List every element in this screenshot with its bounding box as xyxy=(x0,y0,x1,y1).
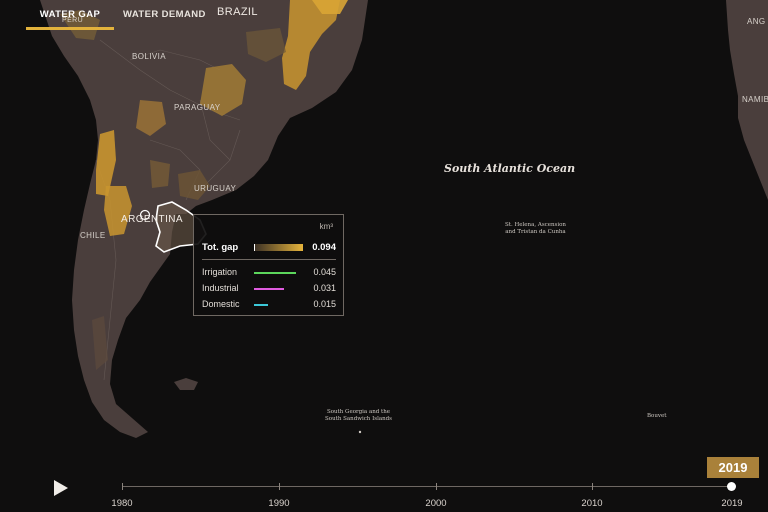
total-gap-row: Tot. gap 0.094 xyxy=(202,242,336,253)
view-tabs: WATER GAP WATER DEMAND xyxy=(26,0,206,30)
tooltip-divider xyxy=(202,259,336,260)
tab-water-demand[interactable]: WATER DEMAND xyxy=(123,0,206,27)
country-label-bolivia: BOLIVIA xyxy=(132,52,166,61)
country-label-uruguay: URUGUAY xyxy=(194,184,237,193)
industrial-label: Industrial xyxy=(202,283,239,293)
irrigation-swatch xyxy=(254,272,296,274)
timeline-tick-label: 2010 xyxy=(581,498,603,509)
country-label-angola: ANG xyxy=(747,17,766,26)
country-label-peru: PERU xyxy=(62,17,84,24)
domestic-row: Domestic 0.015 xyxy=(202,299,336,309)
domestic-value: 0.015 xyxy=(313,299,336,309)
current-year-badge: 2019 xyxy=(707,457,759,478)
region-tooltip: km³ Tot. gap 0.094 Irrigation 0.045 Indu… xyxy=(193,214,344,316)
irrigation-value: 0.045 xyxy=(313,267,336,277)
island-label-st-helena: St. Helena, Ascension and Tristan da Cun… xyxy=(505,222,566,235)
falklands-islands xyxy=(174,378,198,390)
irrigation-row: Irrigation 0.045 xyxy=(202,267,336,277)
total-gap-bar xyxy=(254,244,303,251)
world-map[interactable] xyxy=(0,0,768,512)
play-icon[interactable] xyxy=(54,480,68,496)
timeline-tick-label: 2019 xyxy=(721,498,743,509)
timeline-tick xyxy=(592,483,593,490)
industrial-swatch xyxy=(254,288,284,290)
timeline-tick xyxy=(279,483,280,490)
island-label-south-georgia: South Georgia and the South Sandwich Isl… xyxy=(325,409,392,422)
domestic-swatch xyxy=(254,304,268,306)
timeline-tick xyxy=(436,483,437,490)
country-label-argentina: ARGENTINA xyxy=(121,214,183,225)
total-gap-label: Tot. gap xyxy=(202,242,239,253)
irrigation-label: Irrigation xyxy=(202,267,238,277)
country-label-brazil: BRAZIL xyxy=(217,6,258,18)
domestic-label: Domestic xyxy=(202,299,240,309)
unit-label: km³ xyxy=(319,222,333,231)
industrial-value: 0.031 xyxy=(313,283,336,293)
timeline-tick-label: 2000 xyxy=(425,498,447,509)
timeline-handle[interactable] xyxy=(727,482,736,491)
timeline-tick-label: 1980 xyxy=(111,498,133,509)
island-label-bouvet: Bouvet xyxy=(647,413,667,419)
industrial-row: Industrial 0.031 xyxy=(202,283,336,293)
timeline-tick xyxy=(122,483,123,490)
total-gap-value: 0.094 xyxy=(312,242,336,253)
country-label-paraguay: PARAGUAY xyxy=(174,103,221,112)
timeline-tick-label: 1990 xyxy=(268,498,290,509)
ocean-label: South Atlantic Ocean xyxy=(444,162,576,175)
tab-water-gap[interactable]: WATER GAP xyxy=(26,0,114,30)
country-label-namibia: NAMIB xyxy=(742,95,768,104)
south-georgia-dot xyxy=(358,430,362,434)
country-label-chile: CHILE xyxy=(80,231,106,240)
timeline-track[interactable] xyxy=(122,486,732,487)
